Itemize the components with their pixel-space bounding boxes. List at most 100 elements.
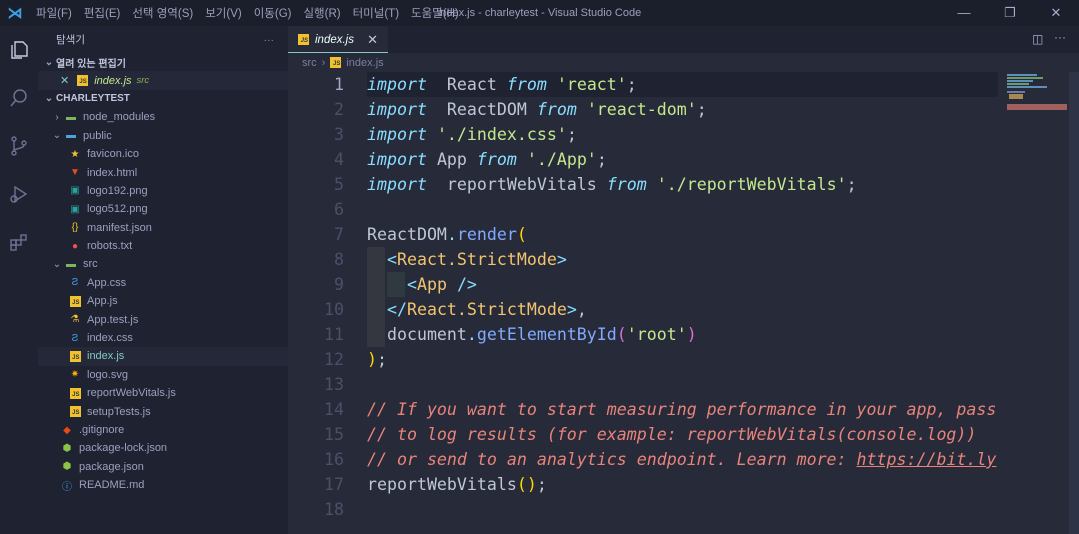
tree-item[interactable]: JS setupTests.js	[38, 402, 288, 420]
restore-button[interactable]: ❐	[987, 0, 1033, 26]
extensions-icon[interactable]	[0, 218, 38, 266]
breadcrumb: src › JS index.js	[288, 53, 384, 72]
node-icon: ⬢	[62, 442, 72, 454]
tree-item[interactable]: JS index.js	[38, 347, 288, 366]
code-token: from	[606, 175, 647, 194]
breadcrumb-file[interactable]: index.js	[346, 57, 383, 69]
line-number: 10	[324, 300, 344, 319]
code-token: )	[367, 350, 377, 369]
code-token: <	[386, 250, 397, 269]
node-icon: ⬢	[62, 461, 72, 473]
tree-item-label: package-lock.json	[79, 442, 168, 455]
tree-item[interactable]: › ▬ node_modules	[38, 108, 288, 126]
code-text: document.getElementById('root')	[367, 322, 697, 347]
tree-item[interactable]: Ƨ App.css	[38, 274, 288, 292]
menu-item[interactable]: 선택 영역(S)	[126, 5, 199, 21]
git-icon: ◆	[63, 424, 71, 436]
tree-item[interactable]: ● robots.txt	[38, 237, 288, 255]
tree-item[interactable]: ▣ logo512.png	[38, 200, 288, 218]
code-text: // or send to an analytics endpoint. Lea…	[367, 447, 996, 472]
file-tree: › ▬ node_modules ⌄ ▬ public ★ favicon.ico ▼ index…	[38, 108, 288, 494]
tree-item[interactable]: ◆ .gitignore	[38, 421, 288, 439]
minimize-button[interactable]: —	[941, 0, 987, 26]
tree-item-label: reportWebVitals.js	[87, 387, 176, 400]
tree-item[interactable]: ▣ logo192.png	[38, 182, 288, 200]
close-icon[interactable]: ✕	[60, 74, 69, 87]
code-token: )	[686, 325, 697, 344]
code-text: import ReactDOM from 'react-dom';	[367, 97, 707, 122]
tree-item[interactable]: ⌄ ▬ src	[38, 255, 288, 273]
code-token: (	[516, 225, 527, 244]
code-token: from	[536, 100, 577, 119]
code-text: // If you want to start measuring perfor…	[367, 397, 996, 422]
close-window-button[interactable]: ✕	[1033, 0, 1079, 26]
code-line: 9 <App />	[288, 272, 998, 297]
line-number: 4	[334, 150, 344, 169]
tree-item[interactable]: ⌄ ▬ public	[38, 127, 288, 145]
tree-item-label: App.css	[87, 276, 127, 289]
menu-item[interactable]: 이동(G)	[248, 5, 298, 21]
code-text: import reportWebVitals from './reportWeb…	[367, 172, 857, 197]
line-number: 16	[324, 450, 344, 469]
code-token: ;	[536, 475, 547, 494]
tree-item[interactable]: JS App.js	[38, 292, 288, 310]
tree-item-label: index.css	[87, 332, 133, 345]
code-token: document	[367, 325, 467, 344]
project-section[interactable]: ⌄ CHARLEYTEST	[38, 90, 288, 108]
menu-item[interactable]: 도움말(H)	[405, 5, 465, 21]
menu-bar: 파일(F) 편집(E) 선택 영역(S) 보기(V) 이동(G) 실행(R) 터미널(T) 도…	[30, 5, 465, 21]
vertical-scrollbar[interactable]	[1069, 72, 1079, 534]
source-control-icon[interactable]	[0, 122, 38, 170]
menu-item[interactable]: 파일(F)	[30, 5, 78, 21]
menu-item[interactable]: 편집(E)	[78, 5, 127, 21]
tab-index-js[interactable]: JS index.js ✕	[288, 26, 388, 53]
code-line: 11 document.getElementById('root')	[288, 322, 998, 347]
code-token: />	[446, 275, 477, 294]
open-editor-item[interactable]: ✕ JS index.js src	[38, 71, 288, 90]
image-icon: ▣	[70, 185, 80, 197]
code-token: reportWebVitals	[367, 475, 517, 494]
more-actions-icon[interactable]: ···	[1054, 30, 1066, 44]
tree-item[interactable]: ⚗ App.test.js	[38, 310, 288, 328]
tree-item[interactable]: {} manifest.json	[38, 219, 288, 237]
tree-item[interactable]: ✷ logo.svg	[38, 366, 288, 384]
breadcrumb-folder[interactable]: src	[302, 57, 317, 69]
info-icon: ⓘ	[62, 481, 72, 493]
tree-item[interactable]: ⓘ README.md	[38, 476, 288, 494]
tree-item[interactable]: ★ favicon.ico	[38, 145, 288, 163]
menu-item[interactable]: 터미널(T)	[347, 5, 405, 21]
tree-item[interactable]: ⬢ package-lock.json	[38, 439, 288, 457]
run-debug-icon[interactable]	[0, 170, 38, 218]
json-icon: {}	[71, 222, 79, 234]
flask-icon: ⚗	[70, 314, 80, 326]
tree-item-label: .gitignore	[79, 424, 125, 436]
minimap[interactable]	[1005, 72, 1069, 112]
code-token: >	[566, 300, 577, 319]
robot-icon: ●	[71, 240, 79, 252]
line-number: 7	[334, 225, 344, 244]
tree-item-label: manifest.json	[87, 221, 152, 234]
search-icon[interactable]	[0, 74, 38, 122]
code-token: import	[367, 125, 427, 144]
line-number: 14	[324, 400, 344, 419]
code-token: './reportWebVitals'	[646, 175, 847, 194]
chevron-icon: ›	[55, 111, 59, 123]
tree-item[interactable]: JS reportWebVitals.js	[38, 384, 288, 402]
code-token: .	[446, 225, 457, 244]
code-editor[interactable]: 1 import React from 'react'; 2 import Reac…	[288, 72, 998, 534]
line-number: 3	[334, 125, 344, 144]
tree-item[interactable]: ▼ index.html	[38, 163, 288, 181]
tree-item-label: robots.txt	[87, 240, 133, 253]
tab-close-button[interactable]: ✕	[367, 32, 378, 48]
tree-item-label: README.md	[79, 479, 145, 492]
menu-item[interactable]: 보기(V)	[199, 5, 248, 21]
menu-item[interactable]: 실행(R)	[297, 5, 346, 21]
split-editor-icon[interactable]: ◫	[1032, 32, 1043, 46]
open-editors-section[interactable]: ⌄ 열려 있는 편집기	[38, 53, 288, 71]
tree-item-label: index.html	[87, 166, 138, 179]
tree-item[interactable]: Ƨindex.css	[38, 329, 288, 347]
explorer-icon[interactable]	[0, 26, 38, 74]
tree-item[interactable]: ⬢ package.json	[38, 458, 288, 476]
more-actions-button[interactable]: ···	[264, 34, 275, 46]
